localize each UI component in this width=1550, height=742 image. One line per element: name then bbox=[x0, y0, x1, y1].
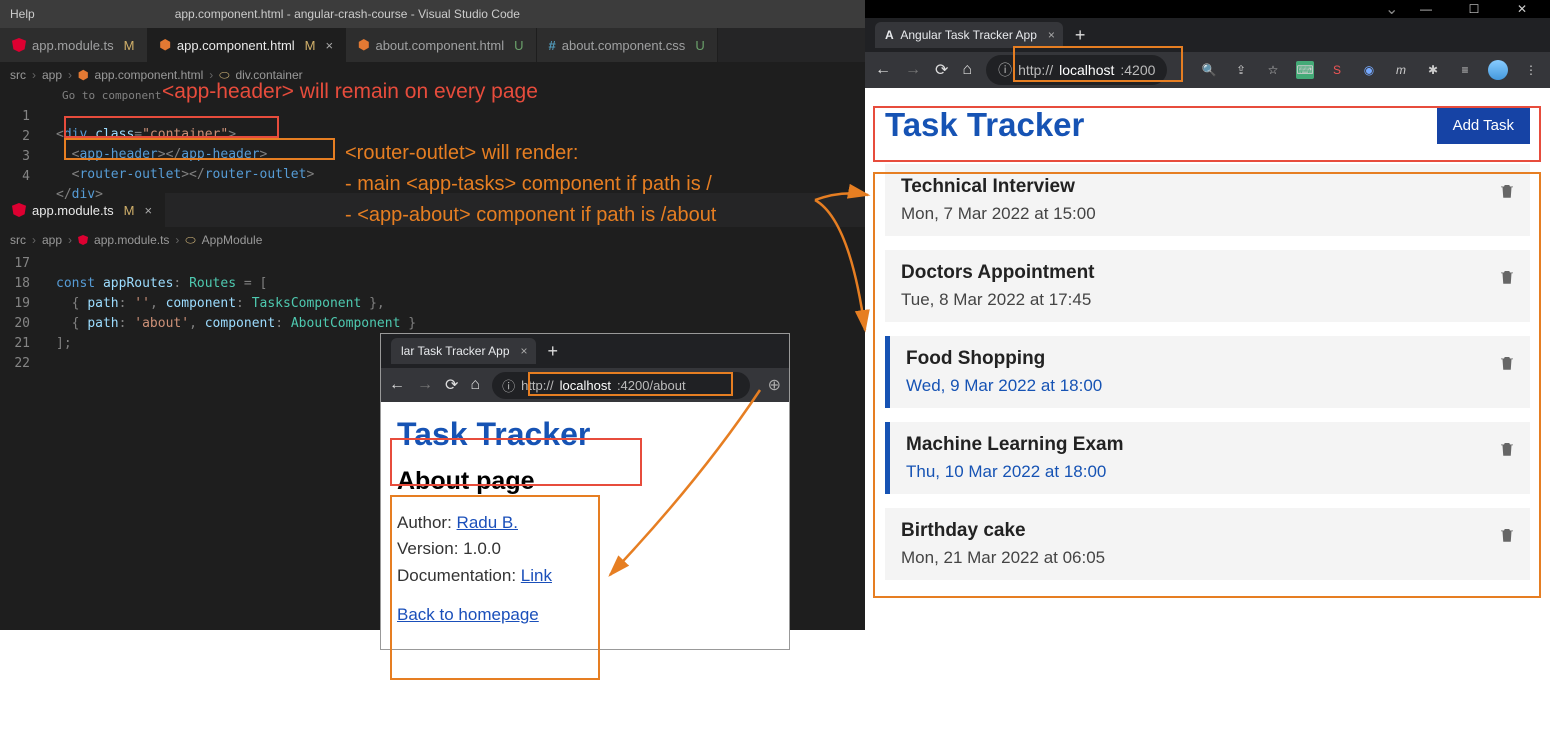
browser-tab[interactable]: A Angular Task Tracker App × bbox=[875, 22, 1063, 48]
tab-strip: A Angular Task Tracker App × + bbox=[865, 18, 1550, 52]
forward-icon[interactable]: → bbox=[417, 376, 433, 394]
close-icon[interactable]: × bbox=[1048, 28, 1055, 42]
share-icon[interactable]: ⇪ bbox=[1232, 61, 1250, 79]
star-icon[interactable]: ☆ bbox=[1264, 61, 1282, 79]
tab-app.module.ts[interactable]: app.module.tsM bbox=[0, 28, 148, 62]
ext-s-icon[interactable]: S bbox=[1328, 61, 1346, 79]
maximize-icon[interactable]: ☐ bbox=[1452, 0, 1496, 18]
css-icon: # bbox=[549, 38, 556, 53]
tab-strip: lar Task Tracker App × + bbox=[381, 334, 789, 368]
reading-list-icon[interactable]: ≡ bbox=[1456, 61, 1474, 79]
highlight-app-header bbox=[64, 116, 279, 138]
new-tab-icon[interactable]: + bbox=[548, 341, 559, 362]
go-to-component-hint[interactable]: Go to component bbox=[62, 89, 161, 102]
info-icon: ⓘ bbox=[998, 60, 1012, 80]
html-icon: ⬢ bbox=[160, 37, 171, 53]
translate-icon[interactable]: ⊕ bbox=[768, 375, 781, 395]
back-icon[interactable]: ← bbox=[875, 61, 891, 79]
info-icon: ⓘ bbox=[502, 376, 515, 395]
highlight-url-tasks bbox=[1013, 46, 1183, 82]
browser-toolbar: ← → ⟳ ⌂ ⓘ http://localhost:4200 🔍 ⇪ ☆ ⌨ … bbox=[865, 52, 1550, 88]
ext-m-icon[interactable]: m bbox=[1392, 61, 1410, 79]
angular-icon bbox=[12, 203, 26, 217]
puzzle-icon[interactable]: ✱ bbox=[1424, 61, 1442, 79]
annotation-red: <app-header> will remain on every page bbox=[162, 80, 538, 104]
highlight-about-body bbox=[390, 495, 600, 680]
close-icon[interactable]: × bbox=[520, 344, 527, 358]
menu-help[interactable]: Help bbox=[10, 7, 35, 21]
reload-icon[interactable]: ⟳ bbox=[445, 375, 458, 395]
close-icon[interactable]: × bbox=[326, 38, 334, 53]
html-icon: ⬢ bbox=[358, 37, 369, 53]
tab-about.component.css[interactable]: #about.component.cssU bbox=[537, 28, 718, 62]
kebab-menu-icon[interactable]: ⋮ bbox=[1522, 61, 1540, 79]
highlight-router-outlet bbox=[64, 138, 335, 160]
breadcrumbs-bottom[interactable]: src› app› app.module.ts› ⬭AppModule bbox=[0, 228, 865, 252]
minimize-icon[interactable]: — bbox=[1404, 0, 1448, 18]
tab-about.component.html[interactable]: ⬢about.component.htmlU bbox=[346, 28, 536, 62]
profile-avatar[interactable] bbox=[1488, 60, 1508, 80]
forward-icon[interactable]: → bbox=[905, 61, 921, 79]
ext-circle-icon[interactable]: ◉ bbox=[1360, 61, 1378, 79]
back-icon[interactable]: ← bbox=[389, 376, 405, 394]
highlight-header-tasks bbox=[873, 106, 1541, 162]
vscode-titlebar: Help app.component.html - angular-crash-… bbox=[0, 0, 865, 28]
window-title: app.component.html - angular-crash-cours… bbox=[175, 7, 520, 21]
highlight-header-about bbox=[390, 438, 642, 486]
home-icon[interactable]: ⌂ bbox=[962, 61, 972, 79]
editor-tabs-top: app.module.tsM⬢app.component.htmlM×⬢abou… bbox=[0, 28, 865, 63]
annotation-orange: <router-outlet> will render: - main <app… bbox=[345, 138, 716, 231]
new-tab-icon[interactable]: + bbox=[1075, 25, 1086, 46]
window-controls: ⌄ — ☐ ✕ bbox=[865, 0, 1550, 18]
highlight-url-about bbox=[528, 372, 733, 396]
ext-devtools-icon[interactable]: ⌨ bbox=[1296, 61, 1314, 79]
reload-icon[interactable]: ⟳ bbox=[935, 60, 948, 80]
tab-app.component.html[interactable]: ⬢app.component.htmlM× bbox=[148, 28, 347, 62]
zoom-icon[interactable]: 🔍 bbox=[1200, 61, 1218, 79]
home-icon[interactable]: ⌂ bbox=[470, 376, 480, 394]
browser-tab[interactable]: lar Task Tracker App × bbox=[391, 338, 536, 364]
close-window-icon[interactable]: ✕ bbox=[1500, 0, 1544, 18]
highlight-tasks-body bbox=[873, 172, 1541, 598]
ang-icon bbox=[12, 38, 26, 52]
